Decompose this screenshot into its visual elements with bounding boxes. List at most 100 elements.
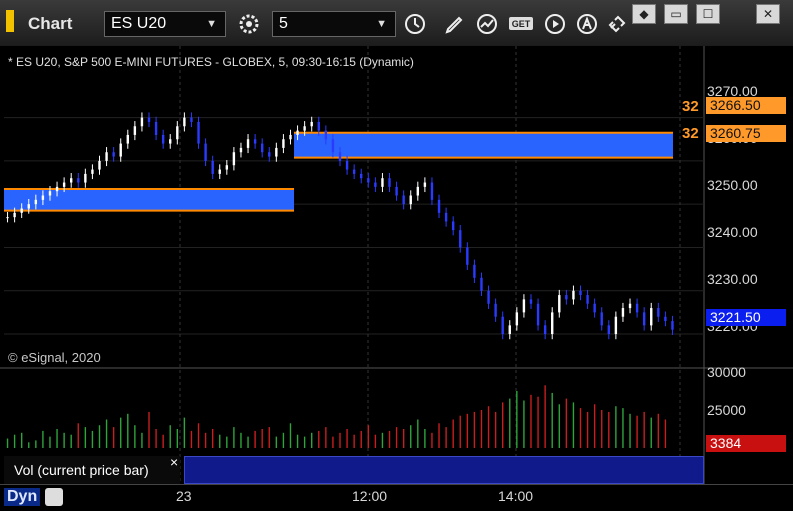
candle-body: [402, 195, 405, 205]
candle-body: [360, 173, 363, 179]
zone-bottom-label: 32: [682, 125, 699, 142]
candle-body: [183, 117, 186, 127]
candle-body: [501, 316, 504, 335]
time-tick-1: 12:00: [352, 488, 388, 504]
candle-body: [154, 121, 158, 135]
candle-body: [190, 117, 193, 122]
candle-body: [253, 139, 257, 144]
zone-top-price-badge: 3266.50: [706, 97, 786, 114]
candle-body: [48, 191, 52, 196]
candle-body: [352, 169, 356, 174]
candle-body: [628, 303, 632, 309]
candle-body: [466, 247, 469, 265]
dyn-button[interactable]: Dyn: [4, 488, 41, 506]
supply-demand-zone: [294, 132, 673, 158]
candle-body: [543, 325, 547, 335]
candle-body: [268, 152, 271, 157]
candle-body: [6, 217, 9, 219]
time-tick-0: 23: [176, 488, 192, 504]
candle-body: [303, 126, 306, 131]
candle-body: [77, 178, 80, 183]
candle-body: [586, 295, 589, 304]
candle-body: [642, 312, 646, 326]
candle-body: [331, 139, 335, 153]
candle-body: [388, 178, 391, 187]
candle-body: [169, 139, 172, 144]
candle-body: [239, 147, 243, 153]
candle-body: [494, 303, 497, 317]
candle-body: [664, 316, 667, 322]
candle-body: [282, 139, 285, 148]
candle-body: [650, 308, 653, 326]
study-panel-bar[interactable]: [184, 456, 704, 484]
candle-body: [84, 173, 87, 183]
candle-body: [218, 169, 221, 174]
candle-body: [119, 143, 122, 157]
candle-body: [345, 160, 349, 170]
candle-body: [607, 325, 610, 335]
candle-body: [565, 295, 568, 300]
candle-body: [437, 199, 441, 213]
candle-body: [98, 160, 101, 170]
candle-body: [133, 126, 137, 135]
candle-body: [416, 186, 420, 196]
volume-tick-1: 25000: [707, 402, 746, 418]
price-chart[interactable]: [0, 0, 793, 510]
candle-body: [197, 121, 200, 144]
candle-body: [614, 316, 618, 335]
lock-icon[interactable]: [45, 488, 63, 506]
price-tick-4: 3230.00: [707, 271, 758, 287]
candle-body: [381, 178, 384, 187]
candle-body: [204, 143, 207, 161]
candle-body: [324, 130, 328, 140]
candle-body: [572, 290, 575, 300]
supply-demand-zone: [4, 189, 295, 211]
candle-body: [551, 312, 554, 335]
current-volume-badge: 3384: [706, 435, 786, 452]
candle-body: [522, 299, 526, 313]
candle-body: [451, 221, 455, 231]
candle-body: [62, 182, 66, 187]
candle-body: [621, 308, 625, 317]
candle-body: [211, 160, 214, 174]
zone-bottom-price-badge: 3260.75: [706, 125, 786, 142]
candle-body: [176, 126, 179, 140]
close-icon[interactable]: ×: [170, 454, 178, 470]
study-label[interactable]: Vol (current price bar): [4, 456, 180, 484]
candle-body: [657, 308, 660, 317]
candle-body: [430, 182, 434, 200]
candle-body: [126, 134, 129, 144]
copyright-text: © eSignal, 2020: [8, 350, 101, 365]
candle-body: [246, 139, 250, 148]
candle-body: [671, 321, 674, 330]
candle-body: [147, 117, 151, 122]
price-tick-3: 3240.00: [707, 224, 758, 240]
candle-body: [91, 169, 94, 174]
candle-body: [112, 152, 115, 157]
candle-body: [105, 152, 108, 161]
candle-body: [635, 303, 639, 313]
current-price-badge: 3221.50: [706, 309, 786, 326]
candle-body: [529, 299, 533, 304]
candle-body: [260, 143, 264, 153]
candle-body: [275, 147, 278, 157]
candle-body: [13, 212, 16, 218]
candle-body: [27, 204, 30, 209]
candle-body: [508, 325, 511, 335]
candle-body: [34, 199, 38, 205]
candle-body: [161, 134, 165, 144]
price-tick-2: 3250.00: [707, 177, 758, 193]
candle-body: [140, 117, 144, 127]
candle-body: [480, 277, 483, 291]
candle-body: [515, 312, 519, 326]
candle-body: [317, 121, 320, 131]
candle-body: [473, 264, 476, 278]
candle-body: [367, 178, 370, 183]
candle-body: [70, 178, 73, 183]
candle-body: [55, 186, 59, 192]
candle-body: [374, 182, 377, 187]
candle-body: [423, 182, 427, 187]
candle-body: [296, 130, 299, 135]
candle-body: [459, 230, 462, 248]
candle-body: [558, 295, 561, 313]
